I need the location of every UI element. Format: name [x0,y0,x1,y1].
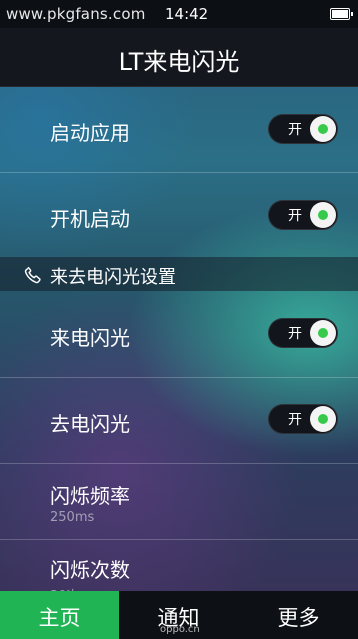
toggle-knob [310,320,336,346]
setting-row-outgoing-flash[interactable]: 去电闪光 开 [0,378,358,464]
watermark-footer: oppo.cn [160,624,200,635]
battery-icon [330,8,353,20]
setting-row-boot-start[interactable]: 开机启动 开 [0,173,358,257]
tab-home[interactable]: 主页 [0,591,119,639]
status-time: 14:42 [165,5,209,23]
tab-label: 更多 [277,606,320,630]
setting-label: 闪烁频率 [50,484,130,508]
toggle-on-indicator [318,414,328,424]
setting-row-launch-app[interactable]: 启动应用 开 [0,87,358,173]
watermark-text: www.pkgfans.com [6,5,146,23]
toggle-knob [310,406,336,432]
status-bar: www.pkgfans.com 14:42 [0,0,358,28]
launch-app-toggle[interactable]: 开 [268,114,338,144]
setting-label: 启动应用 [50,121,130,145]
toggle-on-indicator [318,328,328,338]
setting-label: 闪烁次数 [50,558,130,582]
toggle-text: 开 [288,412,302,428]
phone-icon [24,266,41,284]
setting-label: 去电闪光 [50,412,130,436]
boot-start-toggle[interactable]: 开 [268,200,338,230]
setting-label: 来电闪光 [50,326,130,350]
toggle-text: 开 [288,208,302,224]
setting-value: 250ms [50,510,95,525]
toggle-on-indicator [318,124,328,134]
tab-label: 主页 [38,606,81,630]
setting-row-flash-frequency[interactable]: 闪烁频率 250ms [0,464,358,540]
title-bar: LT来电闪光 [0,28,358,87]
toggle-text: 开 [288,326,302,342]
tab-more[interactable]: 更多 [239,591,358,639]
section-header: 来去电闪光设置 [0,257,358,291]
toggle-text: 开 [288,122,302,138]
toggle-knob [310,116,336,142]
page-title: LT来电闪光 [118,48,240,76]
setting-label: 开机启动 [50,207,130,231]
outgoing-flash-toggle[interactable]: 开 [268,404,338,434]
setting-row-incoming-flash[interactable]: 来电闪光 开 [0,292,358,378]
incoming-flash-toggle[interactable]: 开 [268,318,338,348]
toggle-on-indicator [318,210,328,220]
toggle-knob [310,202,336,228]
section-title: 来去电闪光设置 [50,267,176,288]
